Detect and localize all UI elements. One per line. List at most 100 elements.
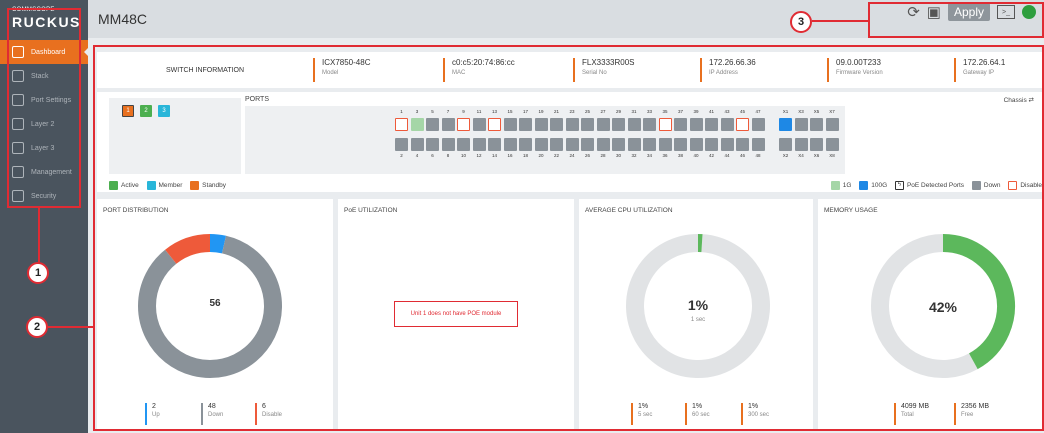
port-3[interactable] — [410, 118, 424, 131]
port-34[interactable] — [643, 138, 656, 151]
port-20[interactable] — [534, 138, 548, 151]
port-37[interactable] — [674, 118, 687, 131]
nav-dashboard[interactable]: Dashboard — [0, 40, 89, 64]
port-38[interactable] — [674, 138, 687, 151]
nav-management[interactable]: Management — [0, 160, 88, 184]
nav-label: Layer 2 — [31, 120, 55, 128]
refresh-icon[interactable]: ⟳ — [907, 3, 920, 21]
port-X7[interactable] — [825, 118, 839, 131]
port-39[interactable] — [689, 118, 703, 131]
port-41[interactable] — [705, 118, 718, 131]
port-16[interactable] — [503, 138, 517, 151]
unit-3[interactable]: 3 — [158, 105, 170, 117]
port-X6[interactable] — [810, 138, 823, 151]
port-6[interactable] — [426, 138, 439, 151]
port-35[interactable] — [658, 118, 672, 131]
port-9[interactable] — [457, 118, 470, 131]
annotation-line-3 — [812, 20, 868, 22]
port-number: X2 — [782, 153, 789, 158]
port-X8[interactable] — [825, 138, 839, 151]
nav-label: Layer 3 — [31, 144, 55, 152]
port-13[interactable] — [488, 118, 501, 131]
port-47[interactable] — [751, 118, 765, 131]
port-number: X4 — [798, 153, 804, 158]
sidebar: COMMSCOPE RUCKUS Dashboard Stack Port Se… — [0, 0, 89, 433]
port-7[interactable] — [441, 118, 455, 131]
nav-layer3[interactable]: Layer 3 — [0, 136, 88, 160]
unit-2[interactable]: 2 — [140, 105, 152, 117]
cpu-value: 1% — [687, 297, 709, 313]
port-number: 40 — [693, 153, 699, 158]
port-43[interactable] — [720, 118, 734, 131]
port-10[interactable] — [457, 138, 470, 151]
port-number: 20 — [538, 153, 544, 158]
port-42[interactable] — [705, 138, 718, 151]
port-X4[interactable] — [794, 138, 808, 151]
port-number: 19 — [538, 109, 544, 114]
port-5[interactable] — [426, 118, 439, 131]
port-21[interactable] — [550, 118, 563, 131]
port-48[interactable] — [751, 138, 765, 151]
terminal-icon[interactable]: >_ — [997, 5, 1015, 19]
port-X5[interactable] — [810, 118, 823, 131]
port-46[interactable] — [736, 138, 749, 151]
port-number: 13 — [491, 109, 497, 114]
save-icon[interactable]: ▣ — [927, 3, 941, 21]
port-number: 7 — [446, 109, 450, 114]
port-27[interactable] — [596, 118, 610, 131]
port-number: 35 — [662, 109, 668, 114]
apply-button[interactable]: Apply — [947, 3, 990, 21]
stat-cpu-300: 1% 300 sec — [741, 403, 769, 425]
port-32[interactable] — [627, 138, 641, 151]
stat-cpu-60: 1% 60 sec — [685, 403, 710, 425]
port-number: 39 — [693, 109, 699, 114]
nav-stack[interactable]: Stack — [0, 64, 88, 88]
port-11[interactable] — [472, 118, 486, 131]
port-8[interactable] — [441, 138, 455, 151]
port-14[interactable] — [488, 138, 501, 151]
port-19[interactable] — [534, 118, 548, 131]
port-17[interactable] — [519, 118, 532, 131]
port-number: 36 — [662, 153, 668, 158]
nav-port-settings[interactable]: Port Settings — [0, 88, 88, 112]
port-45[interactable] — [736, 118, 749, 131]
port-36[interactable] — [658, 138, 672, 151]
port-X3[interactable] — [794, 118, 808, 131]
port-40[interactable] — [689, 138, 703, 151]
port-24[interactable] — [565, 138, 579, 151]
port-18[interactable] — [519, 138, 532, 151]
port-number: 27 — [600, 109, 606, 114]
annotation-badge-1: 1 — [27, 262, 49, 284]
chassis-link[interactable]: Chassis ⇄ — [1004, 96, 1034, 104]
port-number: X5 — [813, 109, 820, 114]
port-X1[interactable] — [779, 118, 792, 131]
unit-1[interactable]: 1 — [122, 105, 134, 117]
port-number: 33 — [646, 109, 652, 114]
port-2[interactable] — [395, 138, 408, 151]
port-4[interactable] — [410, 138, 424, 151]
donut-disable — [165, 234, 211, 265]
port-15[interactable] — [503, 118, 517, 131]
port-1[interactable] — [395, 118, 408, 131]
nav-security[interactable]: Security — [0, 184, 88, 208]
port-31[interactable] — [627, 118, 641, 131]
port-22[interactable] — [550, 138, 563, 151]
switch-information: SWITCH INFORMATION ICX7850-48C Model c0:c… — [97, 52, 1044, 88]
port-number: X3 — [798, 109, 804, 114]
port-25[interactable] — [581, 118, 594, 131]
port-33[interactable] — [643, 118, 656, 131]
port-X2[interactable] — [779, 138, 792, 151]
port-26[interactable] — [581, 138, 594, 151]
annotation-line-2 — [48, 326, 93, 328]
port-44[interactable] — [720, 138, 734, 151]
nav-layer2[interactable]: Layer 2 — [0, 112, 88, 136]
port-29[interactable] — [612, 118, 625, 131]
port-28[interactable] — [596, 138, 610, 151]
port-12[interactable] — [472, 138, 486, 151]
port-number: X7 — [829, 109, 835, 114]
port-number: 2 — [400, 153, 403, 158]
active-swatch — [109, 181, 118, 190]
port-30[interactable] — [612, 138, 625, 151]
port-23[interactable] — [565, 118, 579, 131]
port-number: 34 — [646, 153, 652, 158]
